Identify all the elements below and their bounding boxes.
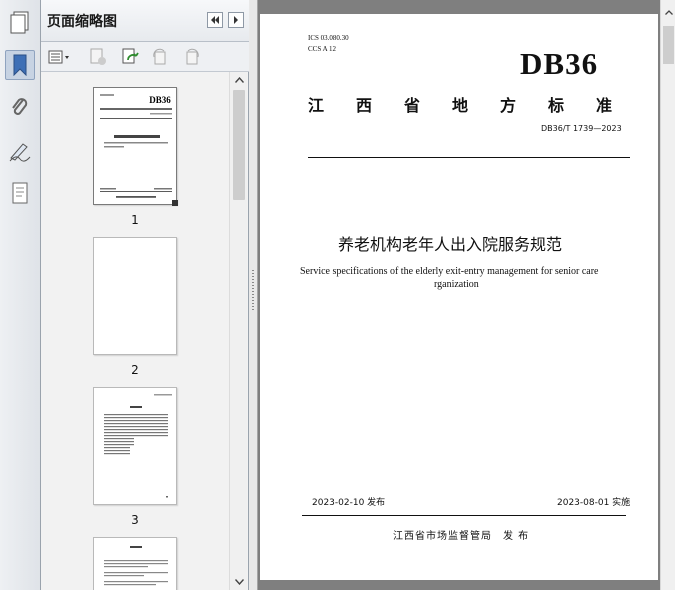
bookmark-icon[interactable] xyxy=(5,50,35,80)
thumbnails-scrollbar[interactable] xyxy=(229,72,247,590)
document-view: ICS 03.080.30 CCS A 12 DB36 江 西 省 地 方 标 … xyxy=(258,0,660,590)
splitter-grip[interactable] xyxy=(252,270,254,310)
delete-page-icon[interactable] xyxy=(87,47,109,67)
collapse-panel-button[interactable] xyxy=(207,12,223,28)
publisher: 江西省市场监督管局 发 布 xyxy=(393,531,530,542)
header-divider xyxy=(308,157,630,158)
panel-title: 页面缩略图 xyxy=(47,14,117,30)
scroll-up-arrow-icon[interactable] xyxy=(230,72,248,88)
selection-handle[interactable] xyxy=(172,200,178,206)
panel-options-button[interactable] xyxy=(228,12,244,28)
issuer-region: 江 西 省 地 方 标 准 xyxy=(308,96,621,115)
ics-code: ICS 03.080.30 xyxy=(308,34,349,42)
document-scrollbar[interactable] xyxy=(660,0,675,590)
scrollbar-thumb[interactable] xyxy=(233,90,245,200)
title-chinese: 养老机构老年人出入院服务规范 xyxy=(338,235,563,254)
standard-code: DB36 xyxy=(520,46,599,81)
document-page: ICS 03.080.30 CCS A 12 DB36 江 西 省 地 方 标 … xyxy=(260,14,658,580)
pages-icon[interactable] xyxy=(5,8,35,38)
rotate-right-icon[interactable] xyxy=(181,47,203,67)
page-number-2: 2 xyxy=(131,363,139,377)
footer-divider xyxy=(302,515,626,516)
navigation-rail xyxy=(0,0,41,590)
attachment-icon[interactable] xyxy=(5,93,35,123)
page-thumbnail-4[interactable] xyxy=(93,537,177,590)
panel-splitter[interactable] xyxy=(249,0,258,590)
rotate-left-icon[interactable] xyxy=(149,47,171,67)
layers-icon[interactable] xyxy=(5,178,35,208)
title-english-line-1: Service specifications of the elderly ex… xyxy=(300,266,599,277)
insert-page-icon[interactable] xyxy=(119,47,141,67)
page-thumbnail-2[interactable] xyxy=(93,237,177,355)
publish-date: 2023-02-10 发布 xyxy=(312,498,386,508)
scroll-down-arrow-icon[interactable] xyxy=(230,574,248,590)
panel-header: 页面缩略图 xyxy=(41,0,249,42)
doc-scrollbar-thumb[interactable] xyxy=(663,26,674,64)
thumbnail-list: DB36 1 2 3 xyxy=(41,72,229,590)
page-thumbnail-1[interactable]: DB36 xyxy=(93,87,177,205)
ccs-code: CCS A 12 xyxy=(308,45,337,53)
panel-toolbar xyxy=(41,42,249,72)
signature-icon[interactable] xyxy=(5,136,35,166)
effective-date: 2023-08-01 实施 xyxy=(557,498,631,508)
standard-number: DB36/T 1739—2023 xyxy=(541,124,622,133)
doc-scroll-up-arrow-icon[interactable] xyxy=(661,5,675,19)
thumbnails-panel: 页面缩略图 DB36 1 2 3 xyxy=(41,0,249,590)
svg-text:DB36: DB36 xyxy=(149,95,171,105)
page-thumbnail-3[interactable] xyxy=(93,387,177,505)
page-number-3: 3 xyxy=(131,513,139,527)
page-number-1: 1 xyxy=(131,213,139,227)
thumbnail-options-button[interactable] xyxy=(47,47,73,67)
title-english-line-2: rganization xyxy=(434,279,479,290)
